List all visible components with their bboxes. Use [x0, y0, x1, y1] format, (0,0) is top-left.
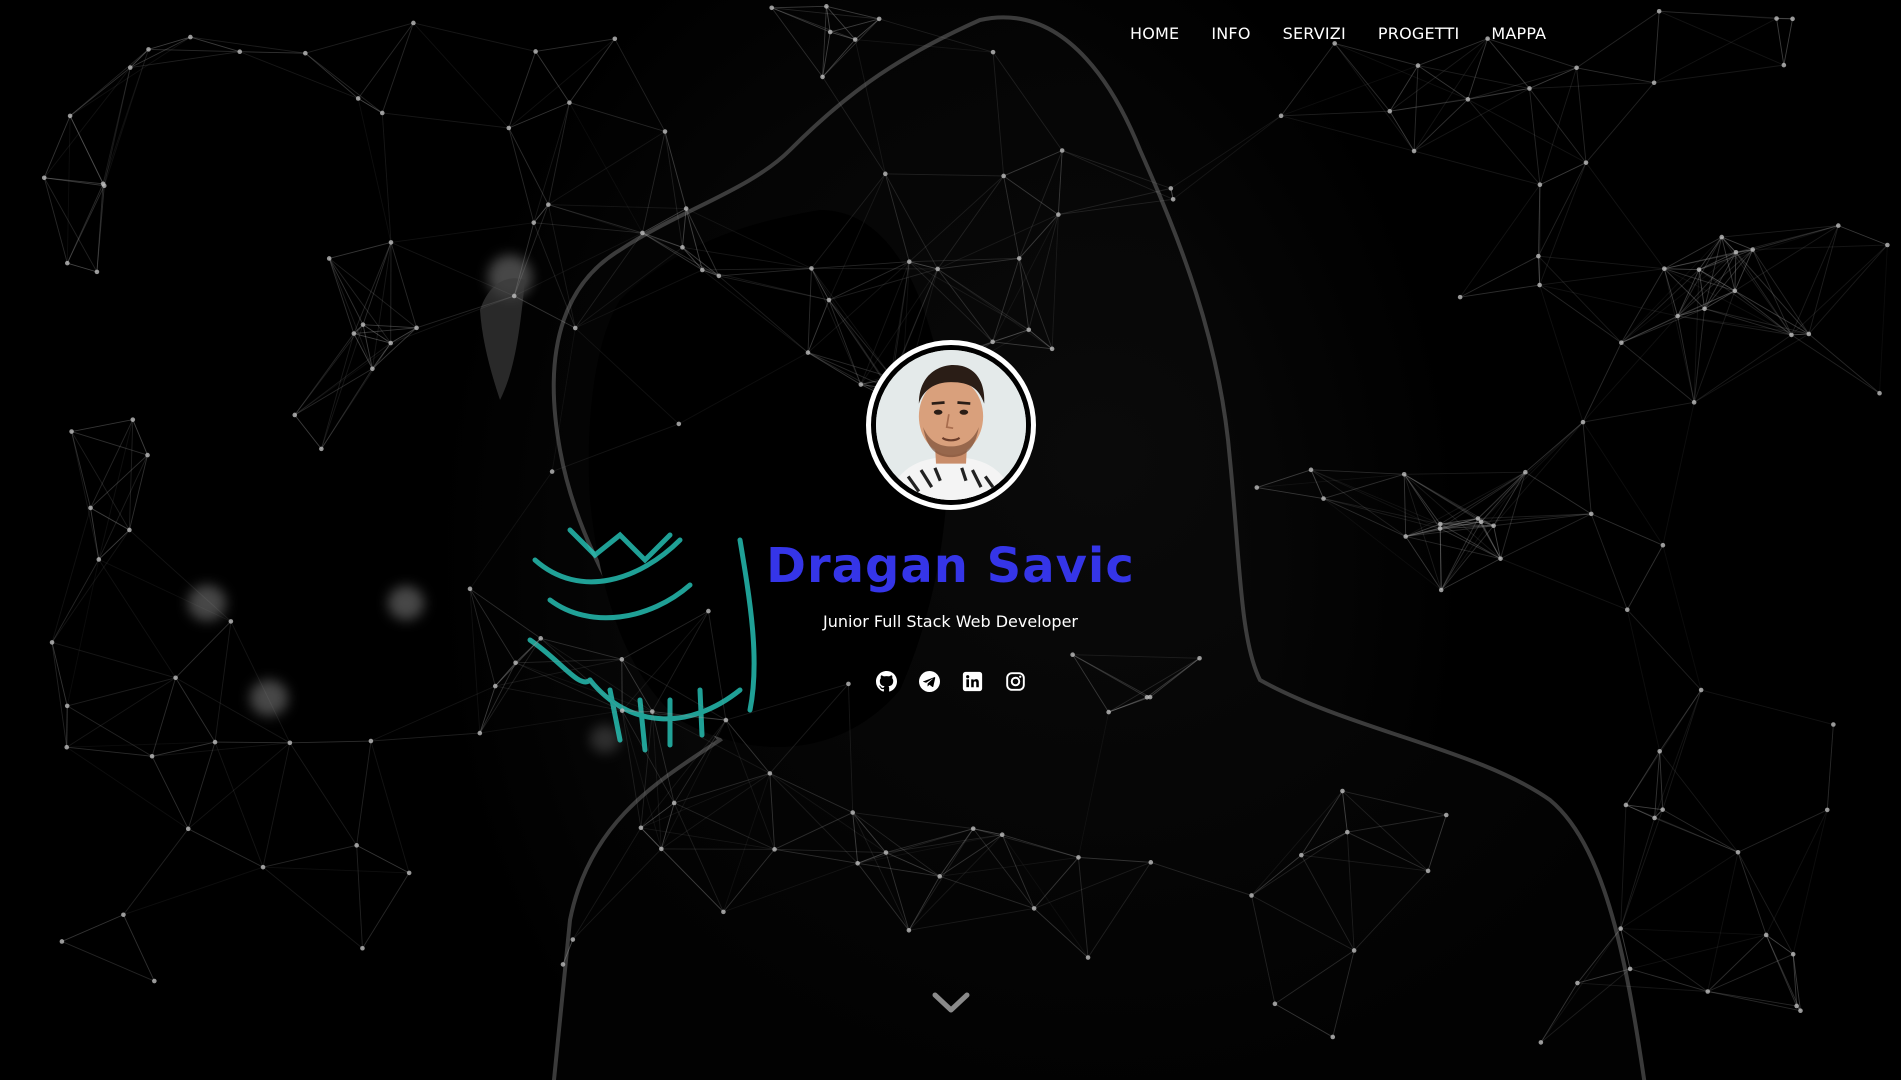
nav-item-home[interactable]: HOME — [1130, 24, 1179, 43]
main-nav: HOME INFO SERVIZI PROGETTI MAPPA — [1130, 24, 1546, 43]
instagram-icon — [1005, 672, 1025, 691]
github-link[interactable] — [875, 671, 897, 692]
avatar-portrait — [875, 350, 1026, 500]
linkedin-icon — [962, 671, 982, 692]
nav-item-progetti[interactable]: PROGETTI — [1378, 24, 1459, 43]
avatar — [875, 350, 1026, 500]
nav-item-mappa[interactable]: MAPPA — [1491, 24, 1546, 43]
profile-tagline: Junior Full Stack Web Developer — [823, 612, 1078, 631]
nav-item-servizi[interactable]: SERVIZI — [1283, 24, 1346, 43]
profile-name: Dragan Savic — [766, 538, 1135, 594]
scroll-down-button[interactable] — [931, 990, 971, 1016]
instagram-link[interactable] — [1005, 671, 1026, 692]
github-icon — [875, 671, 897, 692]
profile-block: Dragan Savic Junior Full Stack Web Devel… — [0, 340, 1901, 692]
hero-section: HOME INFO SERVIZI PROGETTI MAPPA Dragan … — [0, 0, 1901, 1080]
telegram-icon — [918, 671, 940, 692]
social-links — [0, 671, 1901, 692]
avatar-frame — [865, 340, 1036, 510]
chevron-down-icon — [932, 992, 970, 1013]
telegram-link[interactable] — [918, 671, 940, 692]
nav-item-info[interactable]: INFO — [1211, 24, 1250, 43]
linkedin-link[interactable] — [962, 671, 983, 692]
